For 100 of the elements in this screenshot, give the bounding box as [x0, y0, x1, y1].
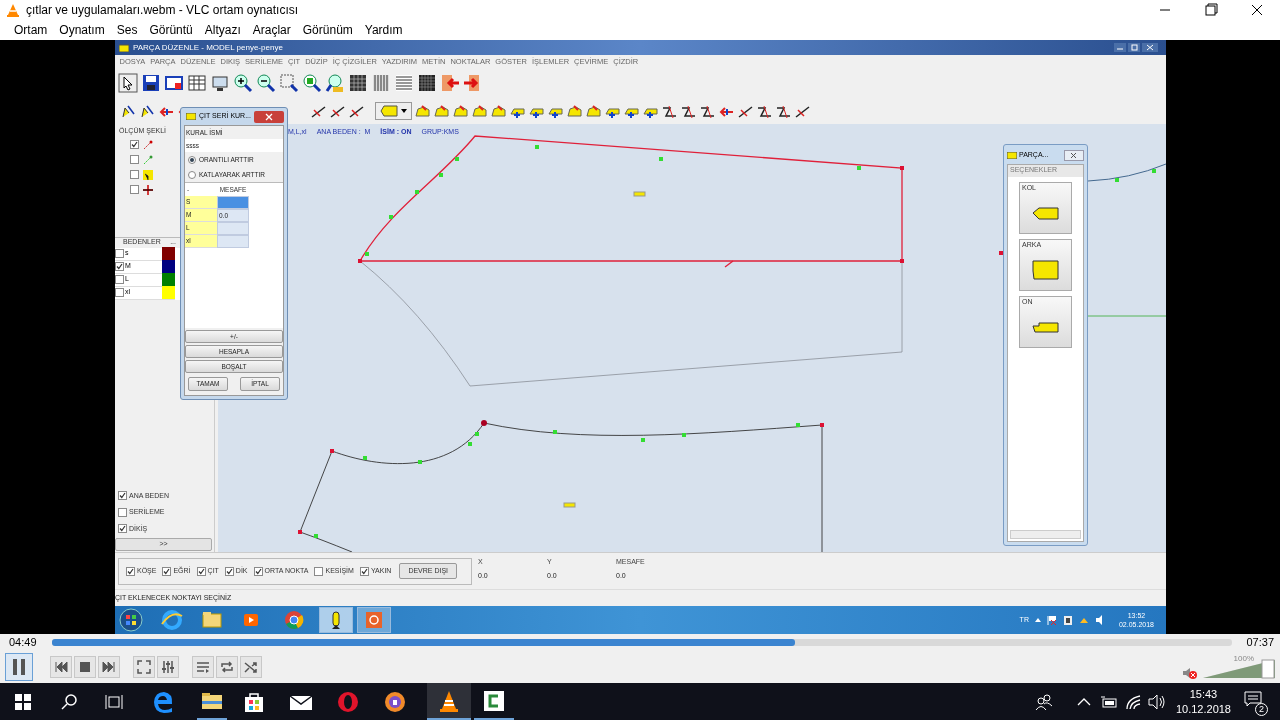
grid-icon[interactable]: [417, 73, 437, 93]
radio-button[interactable]: [188, 155, 196, 164]
line-tool-icon: [661, 103, 678, 119]
zoom-out-icon[interactable]: [256, 73, 276, 93]
opera-icon[interactable]: [337, 690, 359, 713]
chrome-icon[interactable]: [282, 608, 306, 632]
notification-badge: 2: [1255, 702, 1268, 716]
exit-icon[interactable]: [440, 73, 460, 93]
checkbox[interactable]: [359, 566, 369, 576]
fullscreen-button[interactable]: [133, 655, 155, 678]
line-tool-icon: [737, 103, 754, 119]
checkbox[interactable]: [115, 262, 124, 271]
table-cell[interactable]: [217, 235, 249, 248]
checkbox[interactable]: [130, 185, 139, 194]
scrollbar[interactable]: [1010, 530, 1081, 539]
menu-item[interactable]: Görünüm: [296, 21, 359, 39]
loop-icon: [220, 659, 234, 674]
notification-button[interactable]: 2: [1244, 690, 1266, 713]
wifi-icon[interactable]: [1124, 693, 1143, 710]
volume-reading: 100%: [1233, 653, 1254, 665]
checkbox[interactable]: [115, 288, 124, 297]
mute-icon[interactable]: [1182, 667, 1198, 679]
checkbox[interactable]: [115, 275, 124, 284]
window-icon[interactable]: [164, 73, 184, 93]
table-cell[interactable]: [217, 222, 249, 235]
chevron-up-icon[interactable]: [1076, 696, 1091, 707]
checkbox[interactable]: [253, 566, 263, 576]
stop-icon: [78, 659, 92, 674]
taskbar-button[interactable]: [427, 683, 471, 720]
menu-item[interactable]: Ortam: [8, 21, 54, 39]
total-time: 07:37: [1245, 634, 1275, 650]
speaker-icon[interactable]: [1147, 693, 1166, 710]
checkbox[interactable]: [118, 507, 127, 517]
minimize-icon[interactable]: [1114, 43, 1126, 52]
line-tool-icon: [329, 103, 346, 119]
previous-button[interactable]: [50, 655, 72, 678]
checkbox[interactable]: [196, 566, 206, 576]
zoom-fit-icon[interactable]: [302, 73, 322, 93]
pointer-icon[interactable]: [118, 73, 138, 93]
checkbox[interactable]: [118, 524, 127, 534]
checkbox[interactable]: [130, 170, 139, 179]
menu-item[interactable]: Yardım: [358, 21, 409, 39]
checkbox[interactable]: [130, 140, 139, 149]
taskbar-button[interactable]: [319, 607, 353, 633]
menu-item[interactable]: Oynatım: [53, 21, 111, 39]
checkbox[interactable]: [314, 566, 324, 576]
edge-icon[interactable]: [152, 690, 174, 713]
table-cell[interactable]: [217, 196, 249, 209]
chat-icon: [1244, 690, 1262, 707]
measure-style-icon: [143, 139, 153, 150]
measure-style-icon: [143, 184, 153, 195]
shield-browser-icon[interactable]: [384, 690, 406, 713]
checkbox[interactable]: [118, 491, 127, 501]
previous-icon: [54, 659, 68, 674]
windows-logo-icon[interactable]: [15, 693, 31, 710]
equalizer-button[interactable]: [157, 655, 179, 678]
stop-button[interactable]: [74, 655, 96, 678]
volume-slider[interactable]: [1202, 659, 1276, 679]
checkbox[interactable]: [162, 566, 172, 576]
restore-icon[interactable]: [1128, 43, 1140, 52]
people-icon[interactable]: [1034, 692, 1053, 711]
browser-icon[interactable]: [160, 608, 184, 632]
menu-item[interactable]: Araçlar: [246, 21, 297, 39]
shape-dropdown[interactable]: [375, 102, 412, 120]
checkbox[interactable]: [115, 249, 124, 258]
start-orb-icon[interactable]: [119, 608, 143, 632]
loop-button[interactable]: [216, 655, 238, 678]
store-icon[interactable]: [243, 690, 265, 713]
grid-icon[interactable]: [348, 73, 368, 93]
next-icon: [102, 659, 116, 674]
monitor-icon[interactable]: [210, 73, 230, 93]
garment-piece-icon: [1030, 204, 1061, 222]
playlist-button[interactable]: [192, 655, 214, 678]
clock-date: 10.12.2018: [1175, 701, 1231, 717]
radio-button[interactable]: [188, 170, 196, 179]
search-icon[interactable]: [60, 692, 78, 711]
figure-icon: [330, 610, 342, 630]
menu-item[interactable]: Ses: [110, 21, 144, 39]
zoom-all-icon[interactable]: [325, 73, 345, 93]
zoom-area-icon[interactable]: [279, 73, 299, 93]
table-icon[interactable]: [187, 73, 207, 93]
checkbox[interactable]: [224, 566, 234, 576]
battery-icon[interactable]: [1099, 694, 1118, 709]
checkbox[interactable]: [126, 566, 135, 576]
close-icon[interactable]: [1064, 149, 1084, 161]
menu-item[interactable]: Görüntü: [143, 21, 199, 39]
checkbox[interactable]: [130, 155, 139, 164]
pen-tool-icon: [139, 103, 156, 119]
measure-style-icon: [143, 154, 153, 165]
menu-item[interactable]: Altyazı: [198, 21, 247, 39]
zoom-in-icon[interactable]: [233, 73, 253, 93]
line-tool-icon: [310, 103, 327, 119]
window-title: çıtlar ve uygulamaları.webm - VLC ortam oynatıcısı: [26, 2, 299, 19]
save-icon[interactable]: [141, 73, 161, 93]
task-view-icon[interactable]: [105, 693, 123, 710]
seek-bar[interactable]: [52, 638, 1232, 646]
app-title: PARÇA DÜZENLE - MODEL penye-penye: [133, 41, 283, 54]
next-button[interactable]: [98, 655, 120, 678]
shuffle-button[interactable]: [240, 655, 262, 678]
pause-button[interactable]: [5, 652, 33, 681]
